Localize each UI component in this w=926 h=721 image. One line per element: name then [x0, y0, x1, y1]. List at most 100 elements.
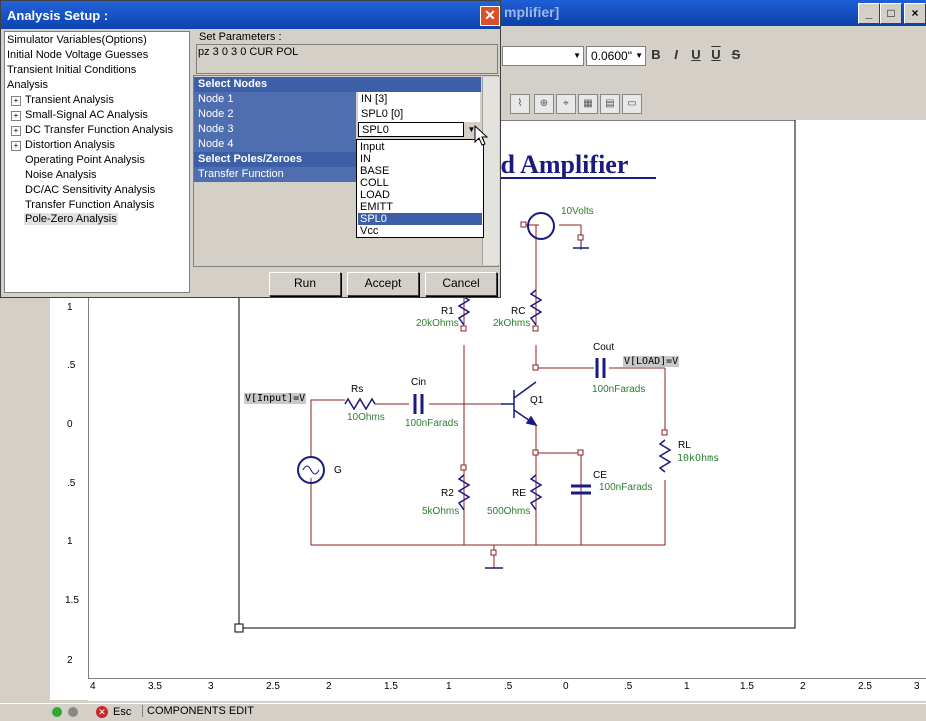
strikethrough-button[interactable]: S: [726, 45, 746, 65]
tree-item-distortion[interactable]: Distortion Analysis: [25, 139, 115, 151]
node-3-label: Node 3: [194, 122, 356, 137]
vruler-tick: 1: [67, 302, 73, 313]
poles-zeroes-header: Select Poles/Zeroes: [194, 152, 356, 167]
tools-toolbar: ⌇ ⊕ ⌖ ▦ ▤ ▭: [500, 92, 926, 116]
rs-name: Rs: [351, 384, 364, 395]
minimize-icon[interactable]: _: [858, 3, 880, 24]
hruler-tick: 3: [208, 681, 214, 692]
dropdown-option[interactable]: LOAD: [358, 189, 482, 201]
ce-name: CE: [593, 470, 607, 481]
hruler-tick: 1.5: [384, 681, 398, 692]
node-4-label: Node 4: [194, 137, 356, 152]
expand-icon[interactable]: +: [11, 111, 21, 121]
tree-item-simulator-variables[interactable]: Simulator Variables(Options): [7, 34, 147, 46]
tree-item-analysis[interactable]: Analysis: [7, 79, 48, 91]
vinput-probe[interactable]: V[Input]=V: [244, 393, 307, 404]
rs-value: 10Ohms: [347, 412, 385, 423]
r1-value: 20kOhms: [416, 318, 459, 329]
node-2-label: Node 2: [194, 107, 356, 122]
vruler-tick: .5: [67, 360, 76, 371]
italic-button[interactable]: I: [666, 45, 686, 65]
close-window-icon[interactable]: ×: [904, 3, 926, 24]
supply-label: 10Volts: [561, 206, 594, 217]
set-params-field[interactable]: pz 3 0 3 0 CUR POL: [196, 44, 498, 74]
expand-icon[interactable]: +: [11, 126, 21, 136]
horizontal-ruler: 4 3.5 3 2.5 2 1.5 1 .5 0 .5 1 1.5 2 2.5 …: [88, 678, 926, 701]
hruler-tick: 1.5: [740, 681, 754, 692]
cin-name: Cin: [411, 377, 427, 388]
status-green-icon: [52, 707, 62, 717]
dropdown-option[interactable]: Vcc: [358, 225, 482, 237]
esc-label[interactable]: Esc: [113, 706, 131, 718]
accept-button[interactable]: Accept: [347, 272, 419, 296]
hruler-tick: 3: [914, 681, 920, 692]
expand-icon[interactable]: +: [11, 141, 21, 151]
rc-value: 2kOhms: [493, 318, 531, 329]
tree-item-noise[interactable]: Noise Analysis: [25, 169, 97, 181]
zoom-tool-icon[interactable]: ⊕: [534, 94, 554, 114]
tree-item-operating-point[interactable]: Operating Point Analysis: [25, 154, 145, 166]
dc-source-symbol: [527, 212, 555, 240]
hruler-tick: 4: [90, 681, 96, 692]
mode-label: COMPONENTS EDIT: [142, 705, 254, 717]
hruler-tick: .5: [504, 681, 513, 692]
hruler-tick: 2.5: [266, 681, 280, 692]
chip-tool-icon[interactable]: ▭: [622, 94, 642, 114]
node-1-value[interactable]: IN [3]: [358, 92, 480, 107]
dropdown-option[interactable]: BASE: [358, 165, 482, 177]
editor-title: mplifier]: [504, 4, 560, 20]
tree-item-transient-initial[interactable]: Transient Initial Conditions: [7, 64, 136, 76]
dropdown-option[interactable]: EMITT: [358, 201, 482, 213]
table-tool-icon[interactable]: ▤: [600, 94, 620, 114]
dropdown-option[interactable]: COLL: [358, 177, 482, 189]
re-value: 500Ohms: [487, 506, 531, 517]
analysis-setup-dialog: Analysis Setup : ✕ Simulator Variables(O…: [0, 0, 501, 298]
tree-item-transient[interactable]: Transient Analysis: [25, 94, 114, 106]
node-1-label: Node 1: [194, 92, 356, 107]
hruler-tick: 2: [800, 681, 806, 692]
dropdown-option[interactable]: Input: [358, 141, 482, 153]
grid-scrollbar[interactable]: [482, 77, 499, 265]
vruler-tick: 1: [67, 536, 73, 547]
tree-item-initial-node-voltage[interactable]: Initial Node Voltage Guesses: [7, 49, 148, 61]
expand-icon[interactable]: +: [11, 96, 21, 106]
bold-button[interactable]: B: [646, 45, 666, 65]
hruler-tick: 2: [326, 681, 332, 692]
rc-name: RC: [511, 306, 526, 317]
esc-icon[interactable]: ✕: [96, 706, 108, 718]
hruler-tick: 3.5: [148, 681, 162, 692]
cancel-button[interactable]: Cancel: [425, 272, 497, 296]
node-3-select[interactable]: SPL0: [358, 122, 464, 137]
run-button[interactable]: Run: [269, 272, 341, 296]
tree-item-dc-transfer[interactable]: DC Transfer Function Analysis: [25, 124, 173, 136]
probe-tool-icon[interactable]: ⌖: [556, 94, 576, 114]
g-label: G: [334, 465, 342, 476]
close-icon[interactable]: ✕: [480, 6, 500, 26]
grid-tool-icon[interactable]: ▦: [578, 94, 598, 114]
node-2-value[interactable]: SPL0 [0]: [358, 107, 480, 122]
ce-value: 100nFarads: [599, 482, 653, 493]
hruler-tick: 2.5: [858, 681, 872, 692]
tree-item-pole-zero[interactable]: Pole-Zero Analysis: [24, 213, 118, 225]
tree-item-transfer-function[interactable]: Transfer Function Analysis: [25, 199, 154, 211]
wire-tool-icon[interactable]: ⌇: [510, 94, 530, 114]
select-nodes-header: Select Nodes: [194, 77, 360, 92]
overline-button[interactable]: U: [706, 45, 726, 65]
analysis-tree: Simulator Variables(Options) Initial Nod…: [4, 31, 190, 293]
tree-item-small-signal[interactable]: Small-Signal AC Analysis: [25, 109, 148, 121]
dropdown-option[interactable]: IN: [358, 153, 482, 165]
schematic-title: ed Amplifier: [489, 150, 629, 179]
underline-button[interactable]: U: [686, 45, 706, 65]
font-size-combo[interactable]: 0.0600" ▼: [586, 46, 646, 66]
hruler-tick: .5: [624, 681, 633, 692]
dropdown-option-selected[interactable]: SPL0: [358, 213, 482, 225]
set-params-label: Set Parameters :: [199, 31, 282, 43]
font-combo[interactable]: ▼: [502, 46, 584, 66]
node-dropdown-list[interactable]: Input IN BASE COLL LOAD EMITT SPL0 Vcc: [356, 139, 484, 238]
maximize-icon[interactable]: □: [880, 3, 902, 24]
editor-titlebar: mplifier] _ □ ×: [500, 0, 926, 26]
tree-item-sensitivity[interactable]: DC/AC Sensitivity Analysis: [25, 184, 155, 196]
vload-probe[interactable]: V[LOAD]=V: [623, 356, 680, 367]
r2-name: R2: [441, 488, 454, 499]
rl-value: 10kOhms: [677, 453, 720, 464]
